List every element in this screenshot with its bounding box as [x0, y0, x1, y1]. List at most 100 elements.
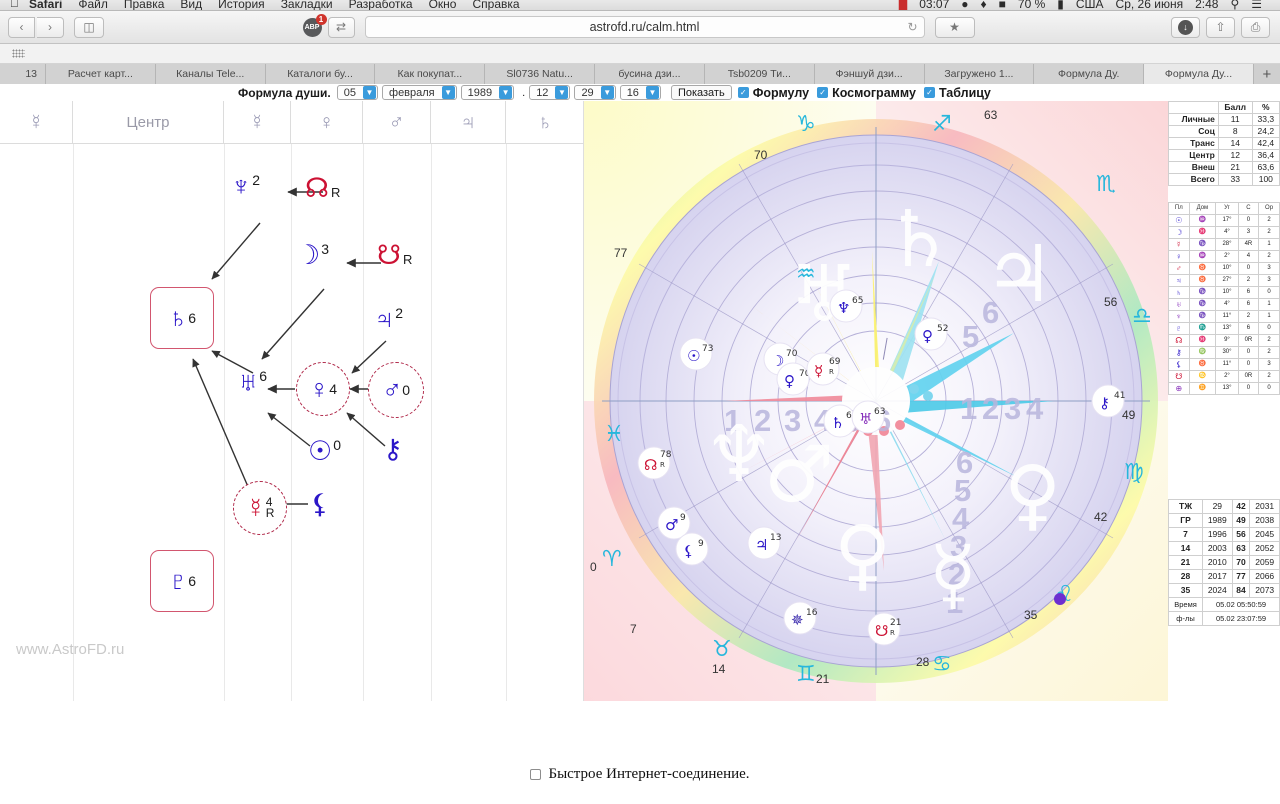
menu-status-clock[interactable]: 2:48 — [1195, 0, 1218, 10]
tab-4[interactable]: Sl0736 Natu... — [485, 64, 596, 84]
svg-text:♂: ♂ — [665, 516, 678, 534]
planet-angle: 27° — [1215, 274, 1239, 287]
tab-5[interactable]: бусина дзи... — [595, 64, 705, 84]
fast-internet-checkbox[interactable] — [530, 769, 542, 780]
svg-text:65: 65 — [852, 296, 863, 306]
share-button[interactable]: ⇧ — [1206, 16, 1235, 38]
tab-3[interactable]: Как покупат... — [375, 64, 486, 84]
column-divider — [363, 144, 364, 701]
tab-7[interactable]: Фэншуй дзи... — [814, 64, 925, 84]
tab-2[interactable]: Каталоги бу... — [265, 64, 376, 84]
planet-c: 0 — [1237, 262, 1260, 275]
dropbox-icon[interactable]: ♦ — [981, 0, 987, 10]
menu-item-history[interactable]: История — [218, 0, 265, 10]
zodiac-aquarius: ♒ — [796, 262, 816, 287]
menu-status-date[interactable]: Ср, 26 июня — [1116, 0, 1184, 10]
year-select[interactable]: 1989 ▼ — [460, 85, 515, 100]
formula-arrows — [192, 187, 387, 509]
table-row: ГР 1989 49 2038 — [1167, 513, 1280, 528]
minute-select[interactable]: 29 ▼ — [574, 85, 616, 100]
score-ball: 14 — [1217, 137, 1253, 150]
shield-icon[interactable]: ● — [961, 0, 968, 10]
fast-internet-option[interactable]: Быстрое Интернет-соединение. — [530, 766, 750, 783]
planet-c: 6 — [1237, 286, 1260, 299]
checkbox-table[interactable]: ✓ Таблицу — [923, 86, 991, 100]
download-button[interactable]: ↓ — [1171, 16, 1200, 38]
planet-glyph: ⚸ — [1168, 358, 1190, 371]
menu-item-bookmarks[interactable]: Закладки — [281, 0, 333, 10]
planet-or: 2 — [1258, 370, 1280, 383]
tab-6[interactable]: Tsb0209 Ти... — [704, 64, 815, 84]
swap-icon[interactable]: ⇄ — [327, 16, 355, 38]
menu-item-develop[interactable]: Разработка — [349, 0, 413, 10]
menu-item-view[interactable]: Вид — [180, 0, 202, 10]
formula-node-jupiter[interactable]: ♃2 — [374, 306, 403, 333]
back-button[interactable]: ‹ — [8, 16, 35, 38]
planet-angle: 17° — [1215, 214, 1239, 227]
formula-node-north-node[interactable]: ☊ R — [305, 175, 340, 202]
flag-icon[interactable]: ▮ — [1057, 0, 1064, 10]
tab-8[interactable]: Загружено 1... — [924, 64, 1035, 84]
sidebar-icon[interactable]: ◫ — [74, 16, 104, 38]
tab-1[interactable]: Каналы Tele... — [155, 64, 266, 84]
record-icon[interactable]: █ — [899, 0, 908, 10]
battery-icon[interactable]: ■ — [999, 0, 1006, 10]
apple-icon[interactable]:  — [10, 0, 19, 10]
reader-icon[interactable]: ★ — [934, 16, 975, 38]
new-tab-button[interactable]: + — [1253, 64, 1280, 84]
show-button[interactable]: Показать — [670, 85, 732, 100]
formula-node-venus[interactable]: ♀ 4 — [296, 362, 350, 416]
formula-node-lilith[interactable]: ⚸ — [310, 491, 330, 518]
search-icon[interactable]: ⚲ — [1230, 0, 1239, 10]
forward-button[interactable]: › — [37, 16, 64, 38]
reload-icon[interactable]: ↻ — [907, 20, 917, 34]
score-header-blank — [1168, 101, 1219, 114]
formula-node-sun[interactable]: ☉0 — [308, 438, 341, 465]
month-select[interactable]: февраля ▼ — [382, 85, 457, 100]
formula-node-moon[interactable]: ☽3 — [296, 242, 329, 269]
score-header-percent: % — [1251, 101, 1280, 114]
cosmogram-chart[interactable]: 1 2 3 4 5 6 1 2 3 4 5 6 6 5 4 3 2 1 — [584, 101, 1168, 701]
chevron-down-icon: ▼ — [441, 86, 455, 99]
table-row: ТЖ 29 42 2031 — [1167, 499, 1280, 514]
planet-house: ♓ — [1188, 226, 1217, 239]
adblock-label: ABP — [304, 23, 320, 31]
formula-node-saturn[interactable]: ♄ 6 — [150, 287, 214, 349]
table-row: Внеш 21 63,6 — [1168, 161, 1280, 174]
hour-select[interactable]: 12 ▼ — [529, 85, 571, 100]
tab-0[interactable]: Расчет карт... — [46, 64, 156, 84]
formula-node-south-node[interactable]: ☋ R — [377, 242, 412, 269]
grid-dots-icon[interactable] — [12, 49, 25, 58]
table-row: ♃ ♉ 27° 2 3 — [1168, 274, 1280, 287]
score-label: Транс — [1168, 137, 1219, 150]
menu-status-locale[interactable]: США — [1076, 0, 1104, 10]
menu-item-window[interactable]: Окно — [429, 0, 457, 10]
day-select[interactable]: 05 ▼ — [336, 85, 379, 100]
menu-item-edit[interactable]: Правка — [124, 0, 165, 10]
score-table: Балл % Личные 11 33,3 Соц 8 24,2 Транс 14 42,4… — [1168, 101, 1280, 186]
house-number: 1 — [960, 391, 977, 426]
menu-item-file[interactable]: Файл — [78, 0, 108, 10]
zone-select[interactable]: 16 ▼ — [619, 85, 661, 100]
tab-10-active[interactable]: Формула Ду... — [1144, 64, 1254, 84]
tab-9[interactable]: Формула Ду. — [1034, 64, 1145, 84]
menu-item-help[interactable]: Справка — [472, 0, 519, 10]
checkbox-formula[interactable]: ✓ Формулу — [737, 86, 809, 100]
checkbox-cosmogram[interactable]: ✓ Космограмму — [817, 86, 916, 100]
formula-node-chiron[interactable]: ⚷ — [383, 436, 403, 463]
planet-or: 3 — [1258, 262, 1280, 275]
planet-house: ♉ — [1188, 358, 1217, 371]
formula-node-pluto[interactable]: ♇ 6 — [150, 550, 214, 612]
menu-app-name[interactable]: Safari — [29, 0, 62, 10]
cycle-age2: 49 — [1231, 513, 1251, 528]
url-text: astrofd.ru/calm.html — [589, 20, 700, 34]
column-divider — [506, 144, 507, 701]
list-icon[interactable]: ☰ — [1251, 0, 1262, 10]
formula-node-mercury[interactable]: ☿ 4 R — [233, 481, 287, 535]
address-bar[interactable]: astrofd.ru/calm.html ↻ — [364, 16, 925, 38]
formula-node-mars[interactable]: ♂ 0 — [368, 362, 424, 418]
adblock-icon[interactable]: ABP 1 — [302, 13, 327, 37]
formula-node-neptune[interactable]: ♆2 — [231, 173, 260, 200]
tabs-button[interactable]: ⎙ — [1241, 16, 1270, 38]
formula-node-uranus[interactable]: ♅6 — [238, 369, 267, 396]
